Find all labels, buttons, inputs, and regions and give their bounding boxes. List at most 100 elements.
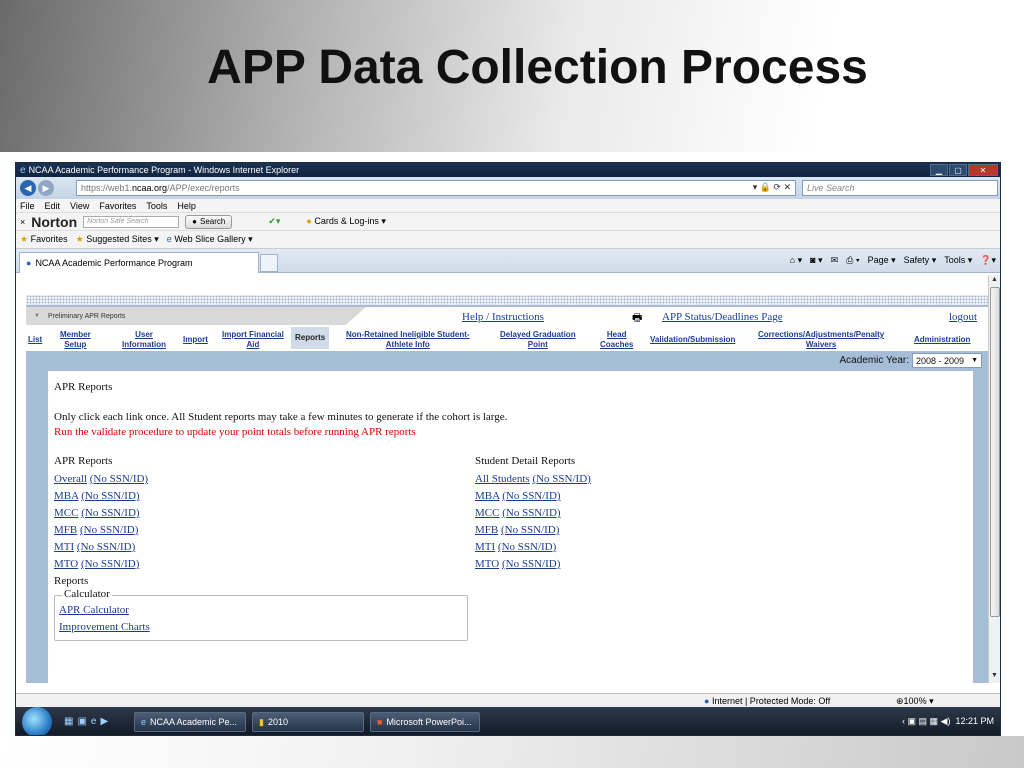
apr-report-link[interactable]: MFB [54,524,77,536]
menu-tools[interactable]: Tools [146,201,167,211]
improvement-charts-link[interactable]: Improvement Charts [59,621,150,633]
student-report-link[interactable]: MBA [475,490,499,502]
nav-import-financial-aid[interactable]: Import Financial Aid [222,330,284,350]
nav-reports[interactable]: Reports [291,327,330,349]
safety-menu[interactable]: Safety ▾ [904,255,937,266]
norton-logo[interactable]: Norton [31,214,77,230]
clock[interactable]: 12:21 PM [955,716,994,726]
menu-help[interactable]: Help [177,201,196,211]
nav-user-information[interactable]: User Information [122,330,166,350]
home-icon[interactable]: ⌂ ▾ [790,255,802,266]
new-tab-button[interactable] [260,254,278,272]
student-report-link[interactable]: MTO [475,558,499,570]
student-report-nossn-link[interactable]: (No SSN/ID) [502,507,560,519]
web-slice-gallery-button[interactable]: e Web Slice Gallery ▾ [167,234,253,245]
taskbar-powerpoint[interactable]: ■ Microsoft PowerPoi... [370,712,480,732]
apr-report-nossn-link[interactable]: (No SSN/ID) [81,507,139,519]
nav-administration[interactable]: Administration [914,335,970,345]
address-bar-icons[interactable]: ▾ 🔒 ⟳ ✕ [753,182,791,193]
help-instructions-link[interactable]: Help / Instructions [462,311,544,323]
cards-label: Cards & Log-ins [314,216,379,226]
maximize-button[interactable]: ▢ [949,164,967,176]
student-report-link[interactable]: MFB [475,524,498,536]
url-field[interactable]: https://web1. ncaa.org/APP/exec/reports ▾… [76,180,796,196]
reports-heading: APR Reports [54,381,113,393]
close-button[interactable]: ✕ [968,164,998,176]
student-report-link[interactable]: MTI [475,541,495,553]
tools-menu[interactable]: Tools ▾ [944,255,972,266]
nav-member-setup[interactable]: Member Setup [60,330,91,350]
reports-panel: APR Reports Only click each link once. A… [48,371,973,683]
tray-icons[interactable]: ‹ ▣ ▤ ▦ ◀) [902,716,950,726]
apr-calculator-link[interactable]: APR Calculator [59,604,129,616]
student-report-nossn-link[interactable]: (No SSN/ID) [501,524,559,536]
feeds-icon[interactable]: ◙ ▾ [810,255,822,266]
live-search-input[interactable]: Live Search [802,180,998,196]
menu-edit[interactable]: Edit [45,201,61,211]
back-button[interactable]: ◀ [20,180,36,196]
print-icon[interactable]: ⎙ ▾ [846,255,859,266]
student-report-link[interactable]: MCC [475,507,499,519]
apr-report-nossn-link[interactable]: (No SSN/ID) [80,524,138,536]
taskbar-folder[interactable]: ▮ 2010 [252,712,364,732]
nav-import[interactable]: Import [183,335,208,345]
norton-search-input[interactable]: Norton Safe Search [83,215,180,228]
start-button[interactable] [22,707,52,735]
prelim-tab-label: Preliminary APR Reports [48,312,126,320]
apr-report-nossn-link[interactable]: (No SSN/ID) [77,541,135,553]
nav-list[interactable]: List [28,335,42,345]
apr-report-nossn-link[interactable]: (No SSN/ID) [81,490,139,502]
logout-link[interactable]: logout [949,311,977,323]
norton-check-icon[interactable]: ✔▾ [268,216,280,227]
apr-report-nossn-link[interactable]: (No SSN/ID) [81,558,139,570]
status-deadlines-link[interactable]: APP Status/Deadlines Page [662,311,783,323]
menu-file[interactable]: File [20,201,35,211]
student-report-nossn-link[interactable]: (No SSN/ID) [532,473,590,485]
preliminary-apr-tab[interactable]: ▼ Preliminary APR Reports [26,307,366,325]
norton-close-icon[interactable]: × [20,217,25,227]
forward-button[interactable]: ▶ [38,180,54,196]
apr-report-link[interactable]: MBA [54,490,78,502]
nav-head-coaches[interactable]: Head Coaches [600,330,633,350]
mail-icon[interactable]: ✉ [831,255,839,266]
zoom-level[interactable]: ⊕100% ▾ [896,696,934,707]
scroll-up-icon[interactable]: ▲ [991,276,998,283]
taskbar-ie[interactable]: e NCAA Academic Pe... [134,712,246,732]
nav-corrections-waivers[interactable]: Corrections/Adjustments/Penalty Waivers [758,330,884,350]
student-report-link[interactable]: All Students [475,473,530,485]
vertical-scrollbar[interactable]: ▲ ▼ [988,275,1000,683]
help-icon[interactable]: ❓▾ [980,255,996,266]
minimize-button[interactable]: ▁ [930,164,948,176]
nav-delayed-line1: Delayed Graduation [500,330,576,339]
quick-launch-icons[interactable]: ▦▣e▶ [64,716,112,727]
nav-corrections-line2: Waivers [805,340,837,349]
cards-logins-button[interactable]: ● Cards & Log-ins ▾ [306,216,386,227]
suggested-sites-button[interactable]: ★ Suggested Sites ▾ [76,234,159,245]
security-zone[interactable]: ● Internet | Protected Mode: Off [704,696,830,706]
apr-report-nossn-link[interactable]: (No SSN/ID) [90,473,148,485]
norton-search-button[interactable]: ● Search [185,214,233,229]
nav-import-fin-line1: Import Financial [222,330,284,339]
apr-report-link[interactable]: MTI [54,541,74,553]
scrollbar-thumb[interactable] [990,287,1000,617]
apr-report-link[interactable]: Overall [54,473,87,485]
nav-non-retained[interactable]: Non-Retained Ineligible Student- Athlete … [346,330,470,350]
nav-delayed-graduation[interactable]: Delayed Graduation Point [500,330,576,350]
nav-validation-submission[interactable]: Validation/Submission [650,335,735,345]
menu-favorites[interactable]: Favorites [99,201,136,211]
student-report-nossn-link[interactable]: (No SSN/ID) [498,541,556,553]
student-report-nossn-link[interactable]: (No SSN/ID) [502,490,560,502]
menu-view[interactable]: View [70,201,89,211]
apr-report-link[interactable]: MTO [54,558,78,570]
page-menu[interactable]: Page ▾ [868,255,896,266]
favorites-button[interactable]: ★ Favorites [20,234,68,245]
tab-ncaa[interactable]: ● NCAA Academic Performance Program [19,252,259,273]
scroll-down-icon[interactable]: ▼ [991,672,998,679]
reports-note: Only click each link once. All Student r… [54,411,508,423]
nav-user-info-line2: Information [122,340,166,349]
window-title: NCAA Academic Performance Program - Wind… [28,165,300,175]
apr-report-link[interactable]: MCC [54,507,78,519]
nav-head-line1: Head [606,330,627,339]
academic-year-select[interactable]: 2008 - 2009 ▼ [912,353,982,368]
student-report-nossn-link[interactable]: (No SSN/ID) [502,558,560,570]
